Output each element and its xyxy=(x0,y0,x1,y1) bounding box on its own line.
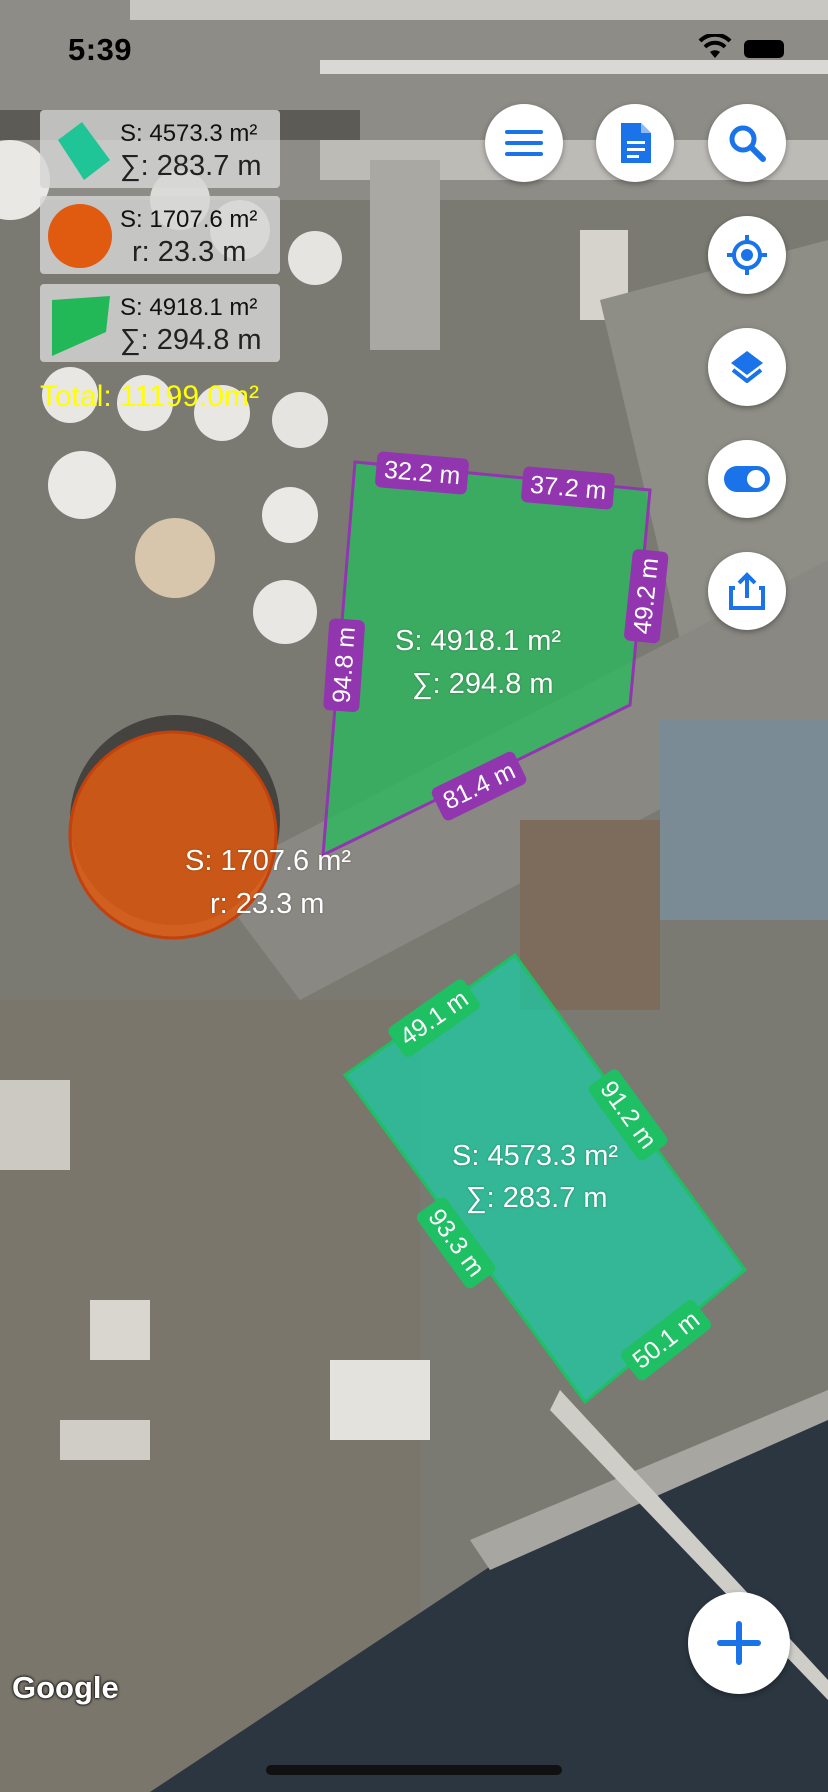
app-screen: 5:39 S: 4573.3 m² ∑: 283.7 m S: 1707.6 m… xyxy=(0,0,828,1792)
polygon-green-area: S: 4918.1 m² xyxy=(395,625,562,657)
menu-icon xyxy=(505,130,543,156)
legend-perimeter: ∑: 294.8 m xyxy=(120,324,262,356)
green-quad-icon xyxy=(58,122,110,180)
legend-item-green-polygon[interactable]: S: 4918.1 m² ∑: 294.8 m xyxy=(40,284,280,362)
document-icon xyxy=(621,123,651,163)
circle-orange-radius: r: 23.3 m xyxy=(210,888,325,920)
battery-icon xyxy=(744,40,784,58)
status-time: 5:39 xyxy=(68,32,133,67)
polygon-teal-area: S: 4573.3 m² xyxy=(452,1140,619,1172)
share-icon xyxy=(729,572,765,610)
legend-item-teal-polygon[interactable]: S: 4573.3 m² ∑: 283.7 m xyxy=(40,110,280,188)
orange-circle-icon xyxy=(48,204,112,268)
legend-area: S: 4573.3 m² xyxy=(120,120,258,147)
toggle-button[interactable] xyxy=(708,440,786,518)
search-icon xyxy=(729,125,766,162)
total-area: Total: 11199.0m² xyxy=(40,380,260,413)
home-indicator[interactable] xyxy=(266,1765,562,1775)
menu-button[interactable] xyxy=(485,104,563,182)
status-bar: 5:39 xyxy=(0,28,828,68)
search-button[interactable] xyxy=(708,104,786,182)
circle-orange-area: S: 1707.6 m² xyxy=(185,845,352,877)
layers-icon xyxy=(731,351,763,383)
green-polygon-icon xyxy=(52,296,110,356)
legend-area: S: 4918.1 m² xyxy=(120,294,258,321)
legend-item-orange-circle[interactable]: S: 1707.6 m² r: 23.3 m xyxy=(40,196,280,274)
google-attribution: Google xyxy=(12,1670,119,1705)
wifi-icon xyxy=(698,34,732,58)
documents-button[interactable] xyxy=(596,104,674,182)
my-location-icon xyxy=(727,235,767,275)
layers-button[interactable] xyxy=(708,328,786,406)
polygon-teal-perimeter: ∑: 283.7 m xyxy=(466,1182,608,1214)
polygon-green-perimeter: ∑: 294.8 m xyxy=(412,668,554,700)
share-button[interactable] xyxy=(708,552,786,630)
legend-radius: r: 23.3 m xyxy=(132,236,247,268)
segment-length: 94.8 m xyxy=(323,617,366,713)
add-shape-button[interactable] xyxy=(688,1592,790,1694)
legend-perimeter: ∑: 283.7 m xyxy=(120,150,262,182)
add-icon xyxy=(717,1621,761,1665)
legend-area: S: 1707.6 m² xyxy=(120,206,258,233)
my-location-button[interactable] xyxy=(708,216,786,294)
toggle-icon xyxy=(724,466,770,492)
